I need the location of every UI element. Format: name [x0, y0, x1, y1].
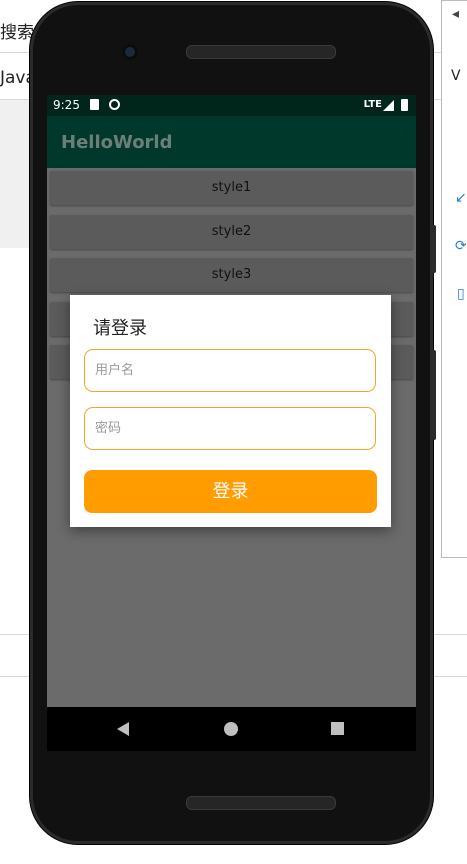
front-camera [122, 44, 138, 60]
top-speaker [186, 45, 336, 59]
app-bar: HelloWorld [47, 116, 416, 168]
link-icon[interactable]: ⟳ [455, 238, 467, 254]
network-type: LTE [363, 99, 382, 110]
style2-button[interactable]: style2 [50, 215, 413, 249]
arrow-icon[interactable]: ↙ [455, 190, 467, 206]
dialog-title: 请登录 [93, 318, 147, 339]
back-icon[interactable] [117, 722, 129, 736]
arrow-left-icon[interactable]: ◂ [452, 6, 459, 22]
password-input[interactable] [85, 408, 375, 449]
device-screen: 9:25 LTE HelloWorld style1 style2 style3… [47, 95, 416, 707]
password-field[interactable] [84, 407, 376, 450]
doc-icon[interactable]: ▯ [457, 286, 465, 302]
power-button[interactable] [431, 225, 436, 273]
login-button[interactable]: 登录 [84, 470, 377, 513]
username-input[interactable] [85, 350, 375, 391]
status-bar: 9:25 LTE [47, 95, 416, 116]
signal-icon [383, 100, 394, 111]
username-field[interactable] [84, 349, 376, 392]
recents-icon[interactable] [331, 722, 344, 735]
login-dialog: 请登录 登录 [70, 295, 391, 527]
battery-icon [401, 99, 408, 111]
bg-right-char: V [451, 68, 461, 84]
navigation-bar [47, 707, 416, 751]
status-time: 9:25 [53, 98, 80, 112]
home-icon[interactable] [224, 722, 238, 736]
style3-button[interactable]: style3 [50, 258, 413, 292]
sd-card-icon [90, 99, 99, 110]
sync-icon [109, 99, 120, 110]
style1-button[interactable]: style1 [50, 171, 413, 205]
bg-shaded-area [0, 100, 30, 248]
app-title: HelloWorld [61, 132, 173, 153]
volume-button[interactable] [431, 350, 436, 440]
bg-search-text: 搜索 [0, 23, 34, 43]
bottom-speaker [186, 796, 336, 810]
